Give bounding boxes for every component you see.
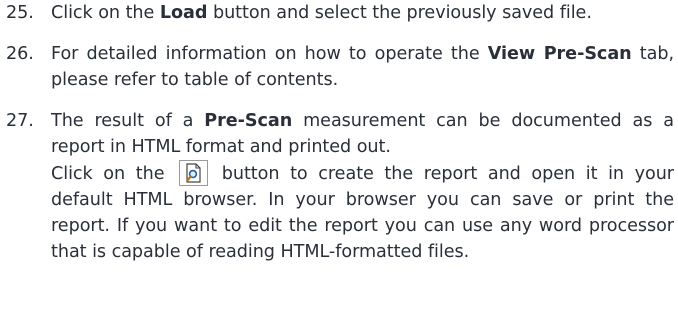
step-text: Click on the Load button and select the … <box>51 3 592 23</box>
step-26: 26. For detailed information on how to o… <box>0 41 678 93</box>
step-number: 25. <box>6 3 34 23</box>
view-prescan-tab-label: View Pre-Scan <box>487 44 632 64</box>
step-25: 25. Click on the Load button and select … <box>0 0 678 26</box>
step-number: 27. <box>6 111 34 131</box>
step-27: 27. The result of a Pre-Scan measurement… <box>0 108 678 265</box>
step-text-continued: Click on the button to create the report… <box>51 160 674 265</box>
step-text: The result of a Pre-Scan measurement can… <box>51 111 674 157</box>
step-number: 26. <box>6 44 34 64</box>
prescan-label: Pre-Scan <box>204 111 293 131</box>
instruction-list: 25. Click on the Load button and select … <box>0 0 678 265</box>
step-text: For detailed information on how to opera… <box>51 44 674 90</box>
load-button-label: Load <box>159 3 208 23</box>
report-preview-icon <box>179 160 209 186</box>
